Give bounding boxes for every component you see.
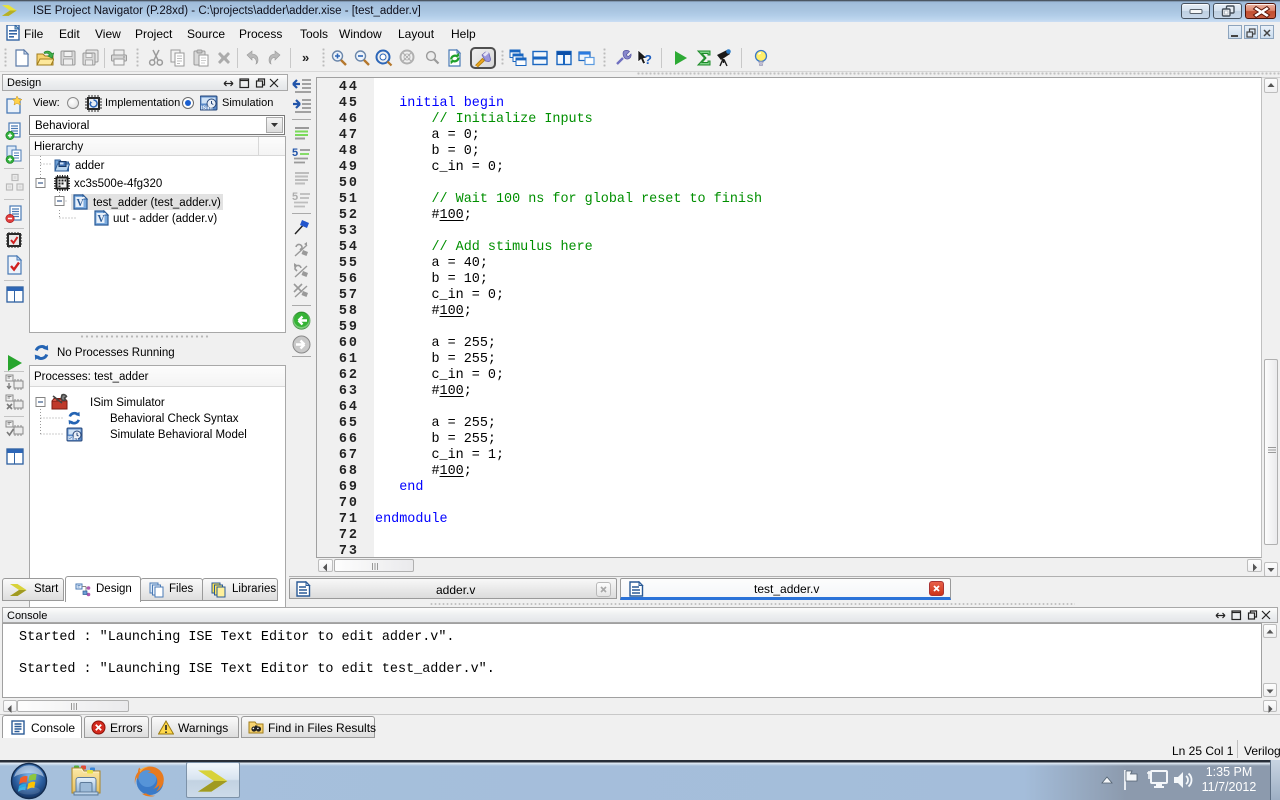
svg-text:V: V	[98, 214, 106, 225]
svg-text:Behavioral Check Syntax: Behavioral Check Syntax	[110, 413, 239, 425]
svg-text:?: ?	[644, 52, 652, 67]
svg-text:V: V	[77, 198, 85, 209]
svg-text:uut - adder (adder.v): uut - adder (adder.v)	[113, 213, 217, 225]
svg-text:ISim: ISim	[201, 106, 213, 112]
svg-text:adder: adder	[75, 160, 105, 172]
svg-text:test_adder (test_adder.v): test_adder (test_adder.v)	[93, 197, 221, 209]
svg-text:5: 5	[292, 191, 298, 203]
svg-text:5: 5	[292, 147, 298, 159]
svg-text:Simulate Behavioral Model: Simulate Behavioral Model	[110, 429, 247, 441]
svg-text:ISim Simulator: ISim Simulator	[90, 397, 165, 409]
svg-text:xc3s500e-4fg320: xc3s500e-4fg320	[74, 178, 162, 190]
svg-text:ISim: ISim	[68, 436, 79, 442]
